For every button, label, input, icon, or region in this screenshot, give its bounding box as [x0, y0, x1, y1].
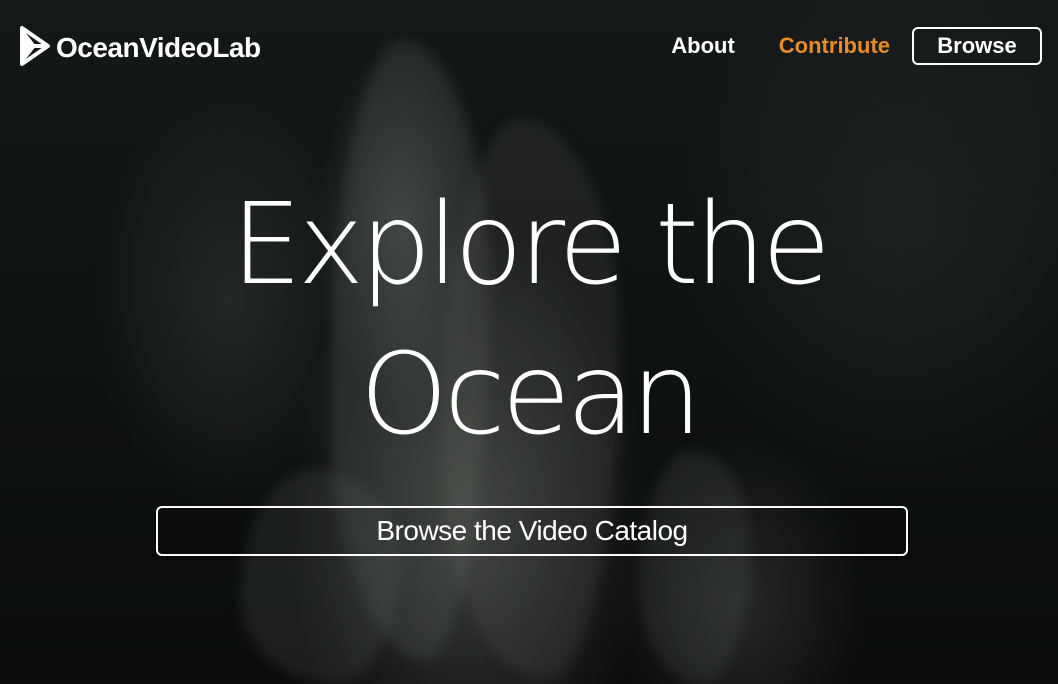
hero-headline-line-2: Ocean: [359, 330, 702, 460]
background-vent-base-right: [640, 450, 750, 684]
nav-about-link[interactable]: About: [671, 33, 735, 59]
play-arrow-logo-icon: [20, 26, 50, 66]
background-vent-base-left: [240, 470, 400, 684]
hero-headline: Explore the Ocean: [0, 170, 1058, 470]
brand-logo-link[interactable]: OceanVideoLab: [18, 24, 261, 68]
hero-headline-line-1: Explore the: [231, 180, 831, 310]
nav-browse-button[interactable]: Browse: [912, 27, 1042, 65]
brand-name: OceanVideoLab: [56, 32, 261, 63]
browse-catalog-button[interactable]: Browse the Video Catalog: [156, 506, 908, 556]
hero-section: OceanVideoLab About Contribute Browse Ex…: [0, 0, 1058, 684]
nav-contribute-link[interactable]: Contribute: [779, 33, 890, 59]
top-navbar: OceanVideoLab About Contribute Browse: [0, 0, 1058, 92]
nav-links: About Contribute Browse: [671, 27, 1042, 65]
